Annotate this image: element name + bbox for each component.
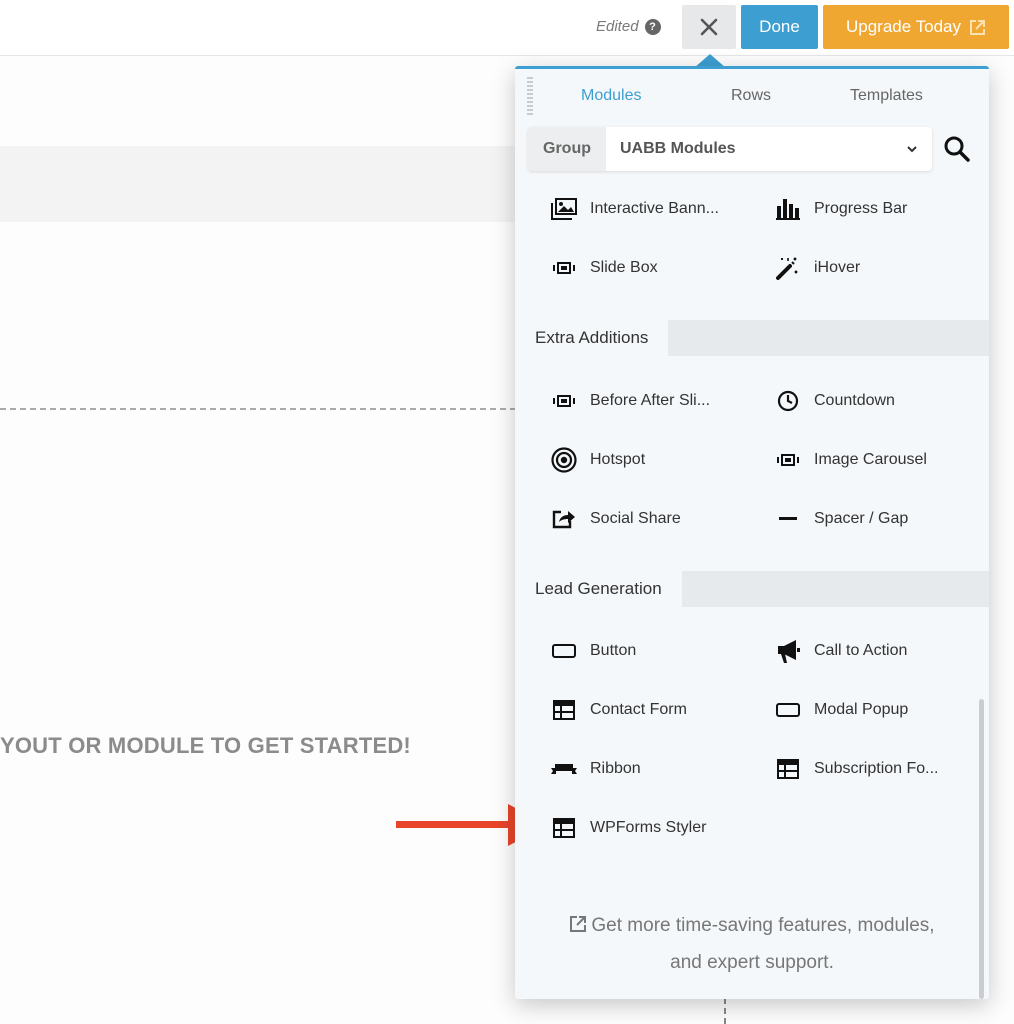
done-button[interactable]: Done	[741, 5, 818, 49]
module-ihover[interactable]: iHover	[775, 256, 860, 280]
module-modal-popup[interactable]: Modal Popup	[775, 698, 908, 722]
module-interactive-banner[interactable]: Interactive Bann...	[551, 197, 719, 221]
panel-scrollbar[interactable]	[979, 699, 984, 999]
upgrade-label: Upgrade Today	[846, 17, 961, 36]
group-select[interactable]: Group UABB Modules	[528, 127, 932, 171]
ribbon-icon	[551, 757, 577, 781]
module-slide-box[interactable]: Slide Box	[551, 256, 658, 280]
module-label: Ribbon	[590, 760, 641, 777]
module-label: Spacer / Gap	[814, 510, 909, 527]
section-lead-generation: Lead Generation	[515, 571, 989, 607]
module-label: Modal Popup	[814, 701, 909, 718]
button-icon	[551, 639, 577, 663]
upgrade-promo[interactable]: Get more time-saving features, modules, …	[515, 907, 989, 981]
canvas-row-band	[0, 146, 516, 222]
builder-topbar: Edited ? Done Upgrade Today	[0, 0, 1014, 56]
chevron-down-icon	[907, 146, 917, 153]
module-label: Button	[590, 642, 637, 659]
slider-icon	[551, 389, 577, 413]
external-link-icon	[570, 916, 587, 932]
module-label: Before After Sli...	[590, 392, 711, 409]
module-label: Interactive Bann...	[590, 200, 719, 217]
group-value: UABB Modules	[620, 140, 736, 157]
module-hotspot[interactable]: Hotspot	[551, 447, 646, 473]
module-label: iHover	[814, 259, 861, 276]
edited-label: Edited	[596, 18, 639, 35]
drop-zone-vertical-divider	[724, 998, 726, 1024]
module-image-carousel[interactable]: Image Carousel	[775, 448, 927, 472]
slider-icon	[775, 448, 801, 472]
section-extra-additions: Extra Additions	[515, 320, 989, 356]
module-label: Image Carousel	[814, 451, 927, 468]
module-spacer-gap[interactable]: Spacer / Gap	[775, 507, 908, 531]
module-call-to-action[interactable]: Call to Action	[775, 639, 907, 663]
section-title: Extra Additions	[515, 320, 669, 356]
content-panel: Modules Rows Templates Group UABB Module…	[515, 66, 989, 999]
promo-line-2: and expert support.	[670, 952, 834, 973]
module-progress-bar[interactable]: Progress Bar	[775, 197, 907, 221]
drop-zone-divider	[0, 408, 516, 410]
tab-templates[interactable]: Templates	[850, 87, 923, 105]
tab-rows[interactable]: Rows	[731, 87, 771, 105]
target-icon	[551, 447, 577, 473]
module-contact-form[interactable]: Contact Form	[551, 698, 687, 722]
table-icon	[551, 698, 577, 722]
module-label: Slide Box	[590, 259, 658, 276]
external-link-icon	[970, 19, 985, 35]
get-started-message: YOUT OR MODULE TO GET STARTED!	[0, 733, 411, 758]
close-icon	[700, 18, 718, 36]
module-social-share[interactable]: Social Share	[551, 507, 681, 531]
image-icon	[551, 197, 577, 221]
close-button[interactable]	[682, 5, 736, 49]
module-ribbon[interactable]: Ribbon	[551, 757, 641, 781]
module-label: Subscription Fo...	[814, 760, 939, 777]
promo-text-1: Get more time-saving features, modules,	[591, 915, 935, 936]
promo-line-1: Get more time-saving features, modules,	[515, 907, 989, 944]
module-label: Social Share	[590, 510, 681, 527]
table-icon	[551, 816, 577, 840]
module-label: Progress Bar	[814, 200, 908, 217]
module-label: Contact Form	[590, 701, 687, 718]
upgrade-button[interactable]: Upgrade Today	[823, 5, 1009, 49]
module-label: Hotspot	[590, 451, 646, 468]
tab-modules[interactable]: Modules	[581, 87, 641, 105]
module-countdown[interactable]: Countdown	[775, 389, 895, 413]
panel-tabs: Modules Rows Templates	[545, 87, 985, 111]
edited-status: Edited ?	[596, 18, 661, 35]
module-before-after-slider[interactable]: Before After Sli...	[551, 389, 710, 413]
minus-icon	[775, 507, 801, 531]
button-icon	[775, 698, 801, 722]
magic-wand-icon	[775, 256, 801, 280]
share-icon	[551, 507, 577, 531]
module-subscription-form[interactable]: Subscription Fo...	[775, 757, 939, 781]
module-label: Countdown	[814, 392, 895, 409]
megaphone-icon	[775, 639, 801, 663]
table-icon	[775, 757, 801, 781]
group-label: Group	[528, 127, 606, 171]
clock-icon	[775, 389, 801, 413]
module-wpforms-styler[interactable]: WPForms Styler	[551, 816, 706, 840]
drag-handle[interactable]	[527, 77, 533, 115]
search-icon[interactable]	[943, 135, 971, 163]
slider-icon	[551, 256, 577, 280]
module-label: Call to Action	[814, 642, 908, 659]
section-title: Lead Generation	[515, 571, 682, 607]
bar-chart-icon	[775, 197, 801, 221]
module-label: WPForms Styler	[590, 819, 707, 836]
module-button[interactable]: Button	[551, 639, 636, 663]
help-icon[interactable]: ?	[644, 18, 661, 35]
